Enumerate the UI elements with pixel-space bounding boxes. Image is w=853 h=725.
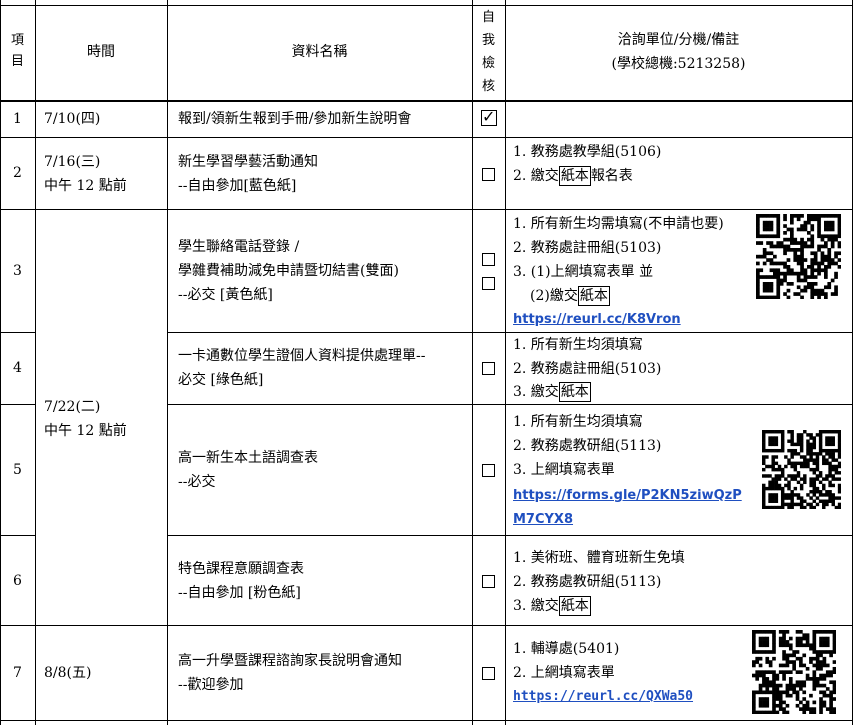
qr-code-icon — [762, 430, 842, 510]
row-5-doc-note: --必交 — [178, 474, 216, 490]
row-3-note-2: 2. 教務處註冊組(5103) — [513, 240, 662, 256]
row-3-doc-name: 學生聯絡電話登錄 / — [178, 239, 300, 255]
row-5-doc-name: 高一新生本土語調查表 — [178, 450, 318, 466]
row-2-note-1: 1. 教務處教學組(5106) — [513, 144, 662, 160]
row-5-link[interactable]: https://forms.gle/P2KN5ziwQzP — [513, 484, 742, 508]
row-3-note-4-pre: (2)繳交 — [530, 288, 578, 304]
row-3-note-3: 3. (1)上網填寫表單 並 — [513, 264, 654, 280]
row-number-6: 6 — [13, 573, 22, 589]
row-number-1: 1 — [13, 111, 22, 127]
row-3-note-1: 1. 所有新生均需填寫(不申請也要) — [513, 216, 724, 232]
row-5-note-2: 2. 教務處教研組(5113) — [513, 438, 662, 454]
row-3-doc-note: --必交 [黃色紙] — [178, 287, 273, 303]
row-3-link[interactable]: https://reurl.cc/K8Vron — [513, 308, 681, 332]
row-5-checkbox[interactable] — [482, 464, 495, 477]
row-5-link-cont[interactable]: M7CYX8 — [513, 508, 573, 532]
row-1-checkbox[interactable]: ✓ — [481, 107, 497, 126]
row-6-checkbox[interactable] — [482, 575, 495, 588]
row-3-checkbox-b[interactable] — [482, 277, 495, 290]
row-4-doc-note: 必交 [綠色紙] — [178, 372, 264, 388]
row-3-checkbox-a[interactable] — [482, 253, 495, 266]
header-time: 時間 — [87, 44, 115, 60]
row-7-note-2: 2. 上網填寫表單 — [513, 665, 615, 681]
row-6-note-1: 1. 美術班、體育班新生免填 — [513, 550, 685, 566]
header-self-check: 自 我 檢 核 — [481, 10, 495, 94]
row-2-note-2-pre: 2. 繳交 — [513, 168, 559, 184]
row-2-doc-note: --自由參加[藍色紙] — [178, 178, 297, 194]
row-2-note-2-post: 報名表 — [590, 168, 633, 184]
paper-copy-badge: 紙本 — [577, 286, 610, 306]
row-number-5: 5 — [13, 462, 22, 478]
header-doc-name: 資料名稱 — [291, 44, 348, 60]
row-7-time: 8/8(五) — [44, 665, 92, 681]
row-2-checkbox[interactable] — [482, 168, 495, 181]
row-4-note-1: 1. 所有新生均須填寫 — [513, 337, 643, 353]
header-school-phone: (學校總機:5213258) — [611, 56, 746, 72]
row-2-note-2: 2. 繳交 紙本 報名表 — [513, 164, 633, 188]
row-7-doc-name: 高一升學暨課程諮詢家長說明會通知 — [178, 653, 402, 669]
qr-code-icon — [756, 214, 842, 300]
paper-copy-badge: 紙本 — [558, 382, 591, 402]
paper-copy-badge: 紙本 — [558, 166, 591, 186]
header-item: 項 目 — [10, 33, 24, 69]
row-6-doc-note: --自由參加 [粉色紙] — [178, 585, 301, 601]
row-2-time: 7/16(三) 中午 12 點前 — [44, 154, 127, 194]
row-7-note-1: 1. 輔導處(5401) — [513, 641, 620, 657]
row-4-note-2: 2. 教務處註冊組(5103) — [513, 361, 662, 377]
merged-time: 7/22(二) 中午 12 點前 — [44, 399, 127, 439]
row-5-note-3: 3. 上網填寫表單 — [513, 462, 615, 478]
row-4-checkbox[interactable] — [482, 362, 495, 375]
row-5-note-1: 1. 所有新生均須填寫 — [513, 414, 643, 430]
row-6-note-2: 2. 教務處教研組(5113) — [513, 574, 662, 590]
row-4-doc-name: 一卡通數位學生證個人資料提供處理單-- — [178, 348, 426, 364]
row-3-note-4: (2)繳交 紙本 — [530, 284, 610, 308]
row-7-link[interactable]: https://reurl.cc/QXWa50 — [513, 685, 693, 709]
row-7-checkbox[interactable] — [482, 667, 495, 680]
row-number-2: 2 — [13, 165, 22, 181]
row-6-note-3-pre: 3. 繳交 — [513, 598, 559, 614]
row-1-doc-name: 報到/領新生報到手冊/參加新生說明會 — [178, 111, 412, 127]
row-2-doc-name: 新生學習學藝活動通知 — [178, 154, 318, 170]
row-6-doc-name: 特色課程意願調查表 — [178, 561, 304, 577]
row-number-3: 3 — [13, 263, 22, 279]
check-mark-icon: ✓ — [482, 107, 496, 126]
row-6-note-3: 3. 繳交 紙本 — [513, 594, 591, 618]
header-contact: 洽詢單位/分機/備註 — [617, 32, 740, 48]
row-number-4: 4 — [13, 360, 22, 376]
row-7-doc-note: --歡迎參加 — [178, 677, 244, 693]
row-3-doc-name-2: 學雜費補助減免申請暨切結書(雙面) — [178, 263, 399, 279]
row-4-note-3-pre: 3. 繳交 — [513, 384, 559, 400]
row-1-time: 7/10(四) — [44, 111, 101, 127]
qr-code-icon — [752, 630, 837, 715]
row-4-note-3: 3. 繳交 紙本 — [513, 380, 591, 404]
row-number-7: 7 — [13, 665, 22, 681]
paper-copy-badge: 紙本 — [558, 596, 591, 616]
